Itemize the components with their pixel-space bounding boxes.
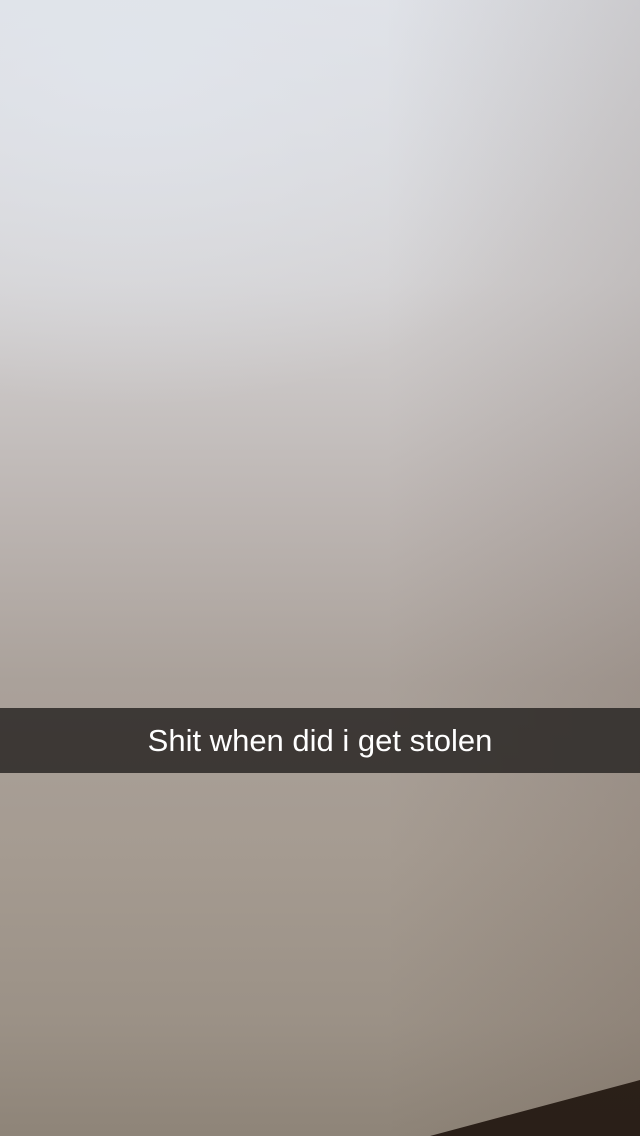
caption-text: Shit when did i get stolen — [147, 722, 493, 758]
caption-bar: Shit when did i get stolen — [0, 708, 640, 773]
photo-shadow — [0, 0, 640, 1136]
